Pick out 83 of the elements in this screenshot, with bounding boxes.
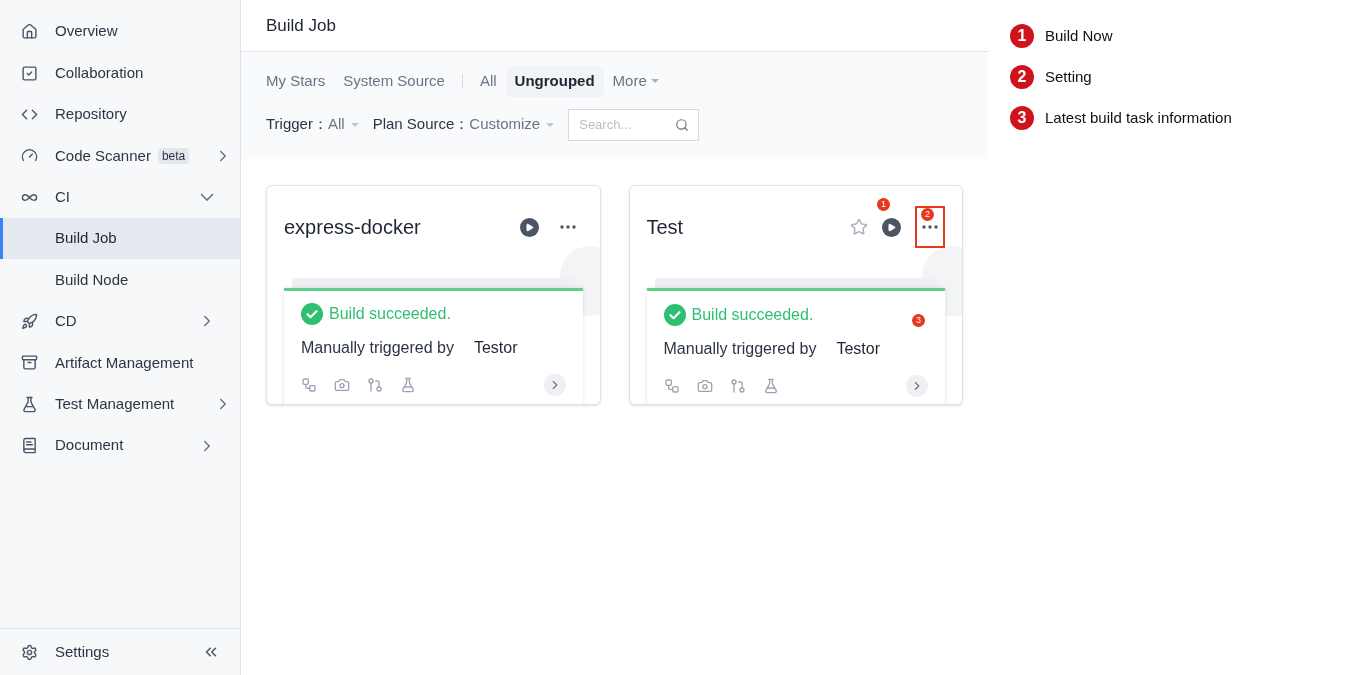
flask-icon[interactable]	[762, 378, 779, 394]
nav-icon	[21, 437, 38, 455]
sidebar-item[interactable]: Overview	[0, 11, 240, 53]
sidebar-item[interactable]: CI	[0, 176, 240, 218]
ellipsis-icon	[922, 225, 938, 229]
filter-dropdown[interactable]: All	[327, 113, 359, 136]
nav-icon	[21, 23, 38, 41]
card-title: Test	[646, 215, 684, 240]
filter-tab[interactable]: Ungrouped	[505, 66, 604, 97]
trigger-user: Testor	[836, 339, 881, 359]
filter-tab[interactable]: System Source	[334, 66, 454, 97]
star-icon[interactable]	[850, 218, 868, 236]
nav-label: Artifact Management	[55, 352, 194, 373]
legend-label: Latest build task information	[1045, 107, 1232, 128]
nav-label: Overview	[55, 21, 118, 42]
sidebar-item[interactable]: CD	[0, 300, 240, 343]
legend-label: Setting	[1045, 66, 1092, 87]
sidebar-item[interactable]: Build Job	[0, 217, 240, 260]
search-field[interactable]: Search...	[568, 108, 700, 141]
nav-label: Document	[55, 435, 124, 456]
pipeline-icon[interactable]	[663, 378, 680, 394]
job-card[interactable]: Test 1 2 Build succeeded. 3 Manually triggered by Testor	[628, 185, 963, 405]
pull-request-icon[interactable]	[729, 378, 746, 394]
beta-badge: beta	[157, 147, 190, 164]
trigger-text: Manually triggered by	[663, 339, 817, 359]
nav-icon	[21, 354, 38, 372]
callout-number: 3	[912, 314, 925, 327]
callout-number: 2	[921, 208, 934, 221]
nav-label: CI	[55, 187, 70, 207]
nav-label: Build Node	[55, 269, 129, 290]
filter-label: Plan Source：	[372, 114, 470, 135]
pipeline-icon[interactable]	[301, 377, 317, 393]
build-info-panel[interactable]: Build succeeded. 3 Manually triggered by Testor	[646, 288, 945, 404]
sidebar-item[interactable]: Build Node	[0, 259, 240, 301]
search-icon	[675, 117, 690, 132]
nav-label: Test Management	[55, 393, 175, 414]
nav-label: CD	[55, 311, 77, 332]
sidebar-item[interactable]: Collaboration	[0, 52, 240, 94]
pull-request-icon[interactable]	[367, 377, 383, 393]
filter-dropdown[interactable]: Customize	[469, 113, 555, 136]
camera-icon[interactable]	[334, 377, 350, 393]
active-indicator	[0, 217, 3, 260]
legend-number: 3	[1010, 106, 1034, 130]
details-button[interactable]	[906, 375, 928, 397]
nav-label: Code Scanner	[55, 145, 151, 166]
callout-number: 1	[877, 197, 890, 211]
sidebar-item[interactable]: Repository	[0, 93, 240, 136]
ellipsis-icon	[559, 225, 576, 229]
page-title: Build Job	[266, 14, 336, 37]
nav-label: Repository	[55, 104, 127, 125]
build-status: Build succeeded.	[691, 304, 814, 325]
run-button[interactable]	[882, 217, 901, 237]
sidebar-item[interactable]: Document	[0, 424, 240, 467]
more-button[interactable]	[915, 206, 945, 248]
legend-label: Build Now	[1045, 25, 1113, 46]
trigger-text: Manually triggered by	[301, 338, 454, 358]
legend-number: 1	[1010, 24, 1034, 48]
nav-label: Collaboration	[55, 62, 144, 83]
sidebar-item[interactable]: Test Management	[0, 383, 240, 425]
nav-icon	[21, 312, 38, 330]
run-button[interactable]	[519, 217, 539, 237]
filter-tab[interactable]: More	[603, 66, 668, 97]
build-status: Build succeeded.	[329, 304, 451, 324]
settings-icon	[21, 643, 38, 661]
sidebar-item[interactable]: Code Scanner beta	[0, 135, 240, 177]
filter-tab[interactable]: All	[470, 66, 506, 97]
nav-icon	[21, 64, 38, 82]
nav-icon	[21, 395, 38, 413]
settings-link[interactable]: Settings	[55, 640, 110, 664]
play-icon	[524, 222, 534, 232]
flask-icon[interactable]	[400, 377, 416, 393]
job-card[interactable]: express-docker Build succeeded. Manually triggered by Testor	[266, 185, 601, 405]
nav-label: Build Job	[55, 228, 117, 249]
filter-tab[interactable]: My Stars	[266, 66, 335, 97]
play-icon	[887, 222, 896, 232]
card-title: express-docker	[284, 215, 421, 240]
details-button[interactable]	[543, 374, 566, 396]
trigger-user: Testor	[473, 338, 518, 358]
camera-icon[interactable]	[696, 378, 713, 394]
build-info-panel[interactable]: Build succeeded. Manually triggered by Testor	[284, 288, 583, 404]
legend-number: 2	[1010, 65, 1034, 89]
filter-label: Trigger：	[266, 114, 328, 135]
sidebar-item[interactable]: Artifact Management	[0, 342, 240, 384]
